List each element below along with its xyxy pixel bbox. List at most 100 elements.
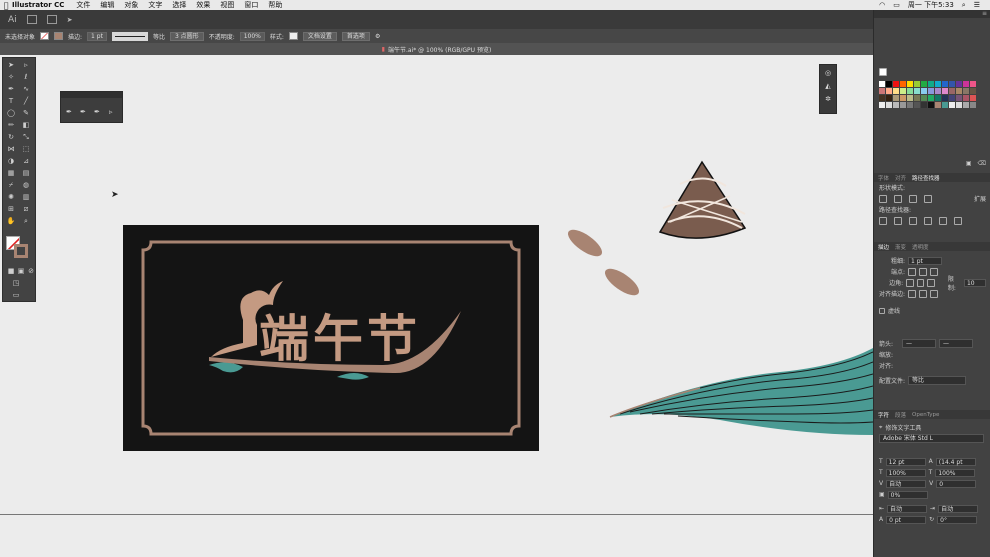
arrange-docs-icon[interactable]: ⚙	[375, 33, 380, 40]
line-tool-icon[interactable]: ╱	[21, 96, 31, 106]
tracking-field[interactable]: 0	[936, 479, 977, 488]
menu-select[interactable]: 选择	[172, 0, 186, 10]
stroke-weight-field[interactable]: 1 pt	[87, 31, 107, 41]
trim-icon[interactable]	[894, 216, 902, 225]
lasso-icon[interactable]: ℓ	[21, 72, 31, 82]
divide-icon[interactable]	[879, 216, 887, 225]
free-transform-icon[interactable]: ⬚	[21, 144, 31, 154]
align-outside-icon[interactable]	[930, 289, 939, 298]
menu-window[interactable]: 窗口	[244, 0, 258, 10]
color-guide-icon[interactable]: ◎	[824, 69, 833, 78]
swatch[interactable]	[921, 95, 927, 101]
preferences-button[interactable]: 首选项	[341, 31, 370, 41]
width-tool-icon[interactable]: ⋈	[6, 144, 16, 154]
blend-icon[interactable]: ◍	[21, 180, 31, 190]
swatch[interactable]	[928, 88, 934, 94]
touch-type-icon[interactable]: ⌖	[879, 424, 882, 432]
selection-tool-icon[interactable]: ➤	[6, 60, 16, 70]
leading-field[interactable]: (14.4 pt	[935, 457, 976, 466]
swatch[interactable]	[928, 95, 934, 101]
swatch[interactable]	[907, 81, 913, 87]
aki-left-field[interactable]: 自动	[887, 504, 928, 513]
direct-selection-tool-icon[interactable]: ▹	[21, 60, 31, 70]
swatch[interactable]	[970, 95, 976, 101]
paintbrush-icon[interactable]: ✎	[21, 108, 31, 118]
gradient-mode-icon[interactable]: ▣	[16, 266, 26, 276]
swatch[interactable]	[928, 81, 934, 87]
apple-icon[interactable]: 	[0, 1, 12, 10]
tab-opentype[interactable]: OpenType	[912, 412, 939, 418]
menu-help[interactable]: 帮助	[268, 0, 282, 10]
crop-icon[interactable]	[924, 216, 932, 225]
floating-panel-header[interactable]	[61, 92, 122, 98]
gradient-icon[interactable]: ▤	[21, 168, 31, 178]
limit-field[interactable]: 10	[963, 278, 986, 287]
style-swatch[interactable]	[288, 32, 298, 40]
tsume-field[interactable]: 0%	[887, 490, 928, 499]
swatch[interactable]	[914, 95, 920, 101]
unite-icon[interactable]	[879, 194, 887, 203]
appearance-icon[interactable]: ◭	[824, 82, 833, 91]
scale-icon[interactable]: ⤡	[21, 132, 31, 142]
swatch[interactable]	[956, 81, 962, 87]
arrow-end-dropdown[interactable]: —	[939, 339, 973, 348]
minus-back-icon[interactable]	[954, 216, 962, 225]
merge-icon[interactable]	[909, 216, 917, 225]
expand-button[interactable]: 扩展	[974, 194, 986, 203]
tab-paragraph[interactable]: 段落	[895, 411, 906, 419]
pen-tool-icon[interactable]: ✒	[6, 84, 16, 94]
variable-width-preview[interactable]	[111, 31, 148, 41]
stroke-swatch[interactable]	[54, 32, 64, 40]
line-style-label[interactable]: 等比	[153, 32, 165, 41]
rotate-icon[interactable]: ↻	[6, 132, 16, 142]
eyedropper-icon[interactable]: ⌿	[6, 180, 16, 190]
clock[interactable]: 周一 下午5:33	[908, 0, 954, 10]
swatch[interactable]	[914, 81, 920, 87]
delete-swatch-icon[interactable]: ⌫	[978, 160, 986, 167]
swatch[interactable]	[879, 95, 885, 101]
swatch[interactable]	[928, 102, 934, 108]
graph-icon[interactable]: ▥	[21, 192, 31, 202]
swatch[interactable]	[921, 81, 927, 87]
tab-transparency[interactable]: 透明度	[912, 243, 929, 251]
swatch[interactable]	[900, 88, 906, 94]
swatch[interactable]	[956, 102, 962, 108]
arrange-icon[interactable]	[46, 15, 57, 24]
swatch[interactable]	[921, 102, 927, 108]
document-tab[interactable]: ▮ 端午节.ai* @ 100% (RGB/GPU 预览)	[0, 43, 873, 55]
dashed-checkbox[interactable]	[879, 307, 885, 314]
fill-swatch[interactable]	[40, 32, 50, 40]
slice-icon[interactable]: ⧄	[21, 204, 31, 214]
weight-field[interactable]: 1 pt	[908, 256, 942, 265]
arrow-start-dropdown[interactable]: —	[902, 339, 936, 348]
swatch[interactable]	[949, 102, 955, 108]
current-fill-swatch[interactable]	[879, 68, 887, 76]
swatch[interactable]	[879, 81, 885, 87]
swatch[interactable]	[914, 88, 920, 94]
round-join-icon[interactable]	[916, 278, 925, 287]
curvature-icon[interactable]: ∿	[21, 84, 31, 94]
swatch[interactable]	[900, 95, 906, 101]
swatch[interactable]	[907, 95, 913, 101]
swatch[interactable]	[949, 95, 955, 101]
battery-icon[interactable]: ▭	[893, 1, 900, 9]
menu-object[interactable]: 对象	[124, 0, 138, 10]
ellipse-tool-icon[interactable]: ◯	[6, 108, 16, 118]
swatch[interactable]	[893, 95, 899, 101]
bevel-join-icon[interactable]	[927, 278, 935, 287]
add-anchor-icon[interactable]: ✒	[80, 108, 89, 117]
opacity-field[interactable]: 100%	[239, 31, 265, 41]
align-inside-icon[interactable]	[919, 289, 928, 298]
menu-file[interactable]: 文件	[76, 0, 90, 10]
new-swatch-icon[interactable]: ▣	[966, 160, 972, 167]
swatch[interactable]	[970, 81, 976, 87]
mesh-icon[interactable]: ▦	[6, 168, 16, 178]
swatch[interactable]	[893, 81, 899, 87]
hscale-field[interactable]: 100%	[935, 468, 976, 477]
char-rotation-field[interactable]: 0°	[937, 515, 978, 524]
swatch[interactable]	[886, 81, 892, 87]
type-tool-icon[interactable]: T	[6, 96, 16, 106]
convert-anchor-icon[interactable]: ▹	[109, 108, 118, 117]
tab-character[interactable]: 字体	[878, 174, 889, 182]
draw-mode-icon[interactable]: ◳	[11, 278, 21, 288]
